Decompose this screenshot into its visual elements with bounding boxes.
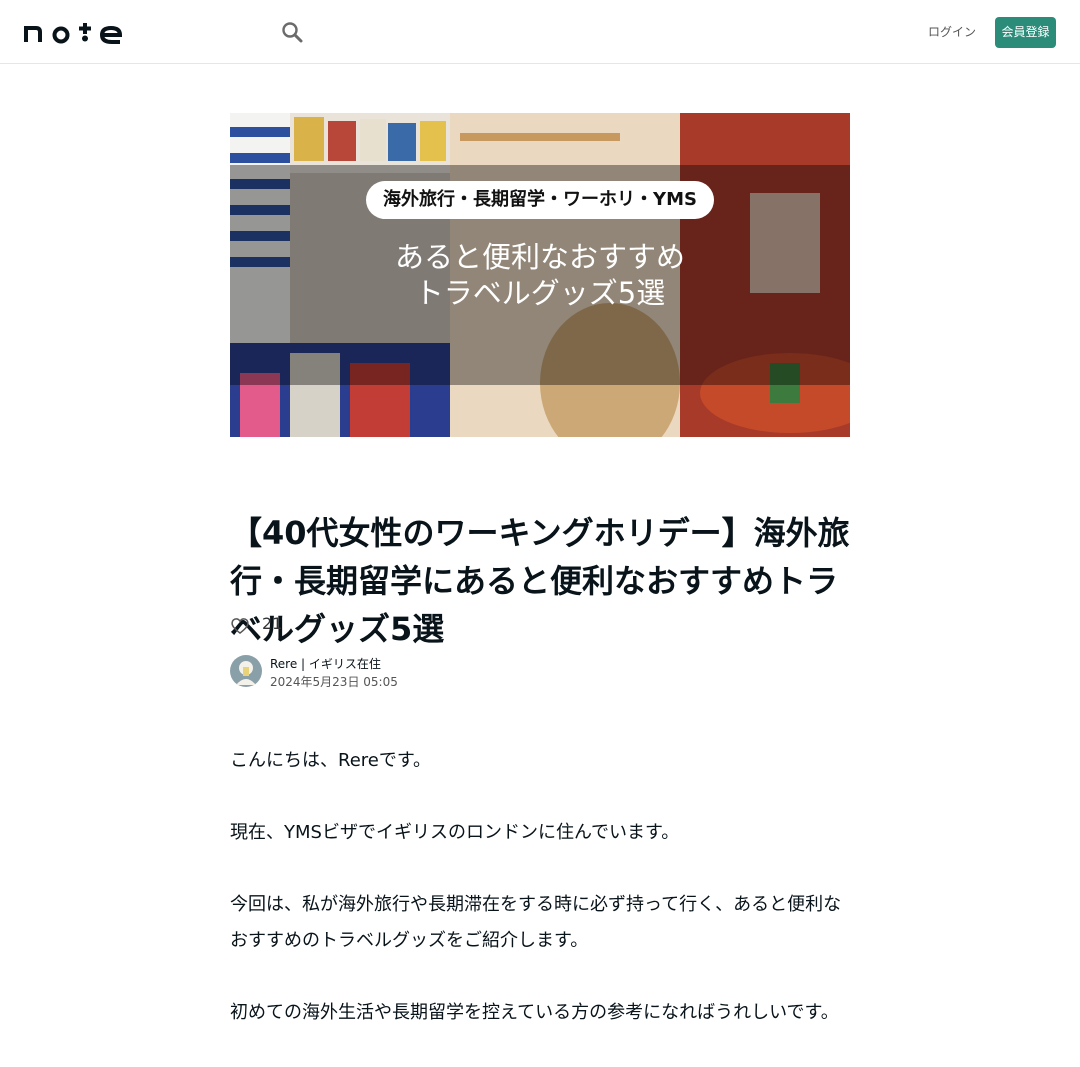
hero-headline-line1: あると便利なおすすめ [394,240,685,274]
like-count[interactable]: 21 [262,614,282,633]
top-header: ログイン 会員登録 [0,0,1080,64]
body-paragraph: 現在、YMSビザでイギリスのロンドンに住んでいます。 [230,822,680,843]
body-paragraph: 初めての海外生活や長期留学を控えている方の参考になればうれしいです。 [230,1002,839,1023]
post-date: 2024年5月23日 05:05 [270,675,398,689]
body-paragraph: 今回は、私が海外旅行や長期滞在をする時に必ず持って行く、あると便利なおすすめのト… [230,894,842,951]
login-link[interactable]: ログイン [928,22,976,42]
hero-headline-line2: トラベルグッズ5選 [414,276,666,310]
body-paragraph: こんにちは、Rereです。 [230,750,432,771]
author-name[interactable]: Rere | イギリス在住 [270,656,381,672]
search-icon[interactable] [280,20,304,44]
author-avatar[interactable] [230,655,262,687]
article-title: 【40代女性のワーキングホリデー】海外旅行・長期留学にあると便利なおすすめトラベ… [230,514,850,648]
heart-icon[interactable] [230,616,250,636]
signup-button[interactable]: 会員登録 [995,17,1056,48]
hero-pill-text: 海外旅行・長期留学・ワーホリ・YMS [383,189,697,210]
note-logo[interactable] [24,20,122,44]
hero-image[interactable]: 海外旅行・長期留学・ワーホリ・YMS あると便利なおすすめ トラベルグッズ5選 [230,113,850,437]
article-body: こんにちは、Rereです。 現在、YMSビザでイギリスのロンドンに住んでいます。… [230,743,850,1067]
